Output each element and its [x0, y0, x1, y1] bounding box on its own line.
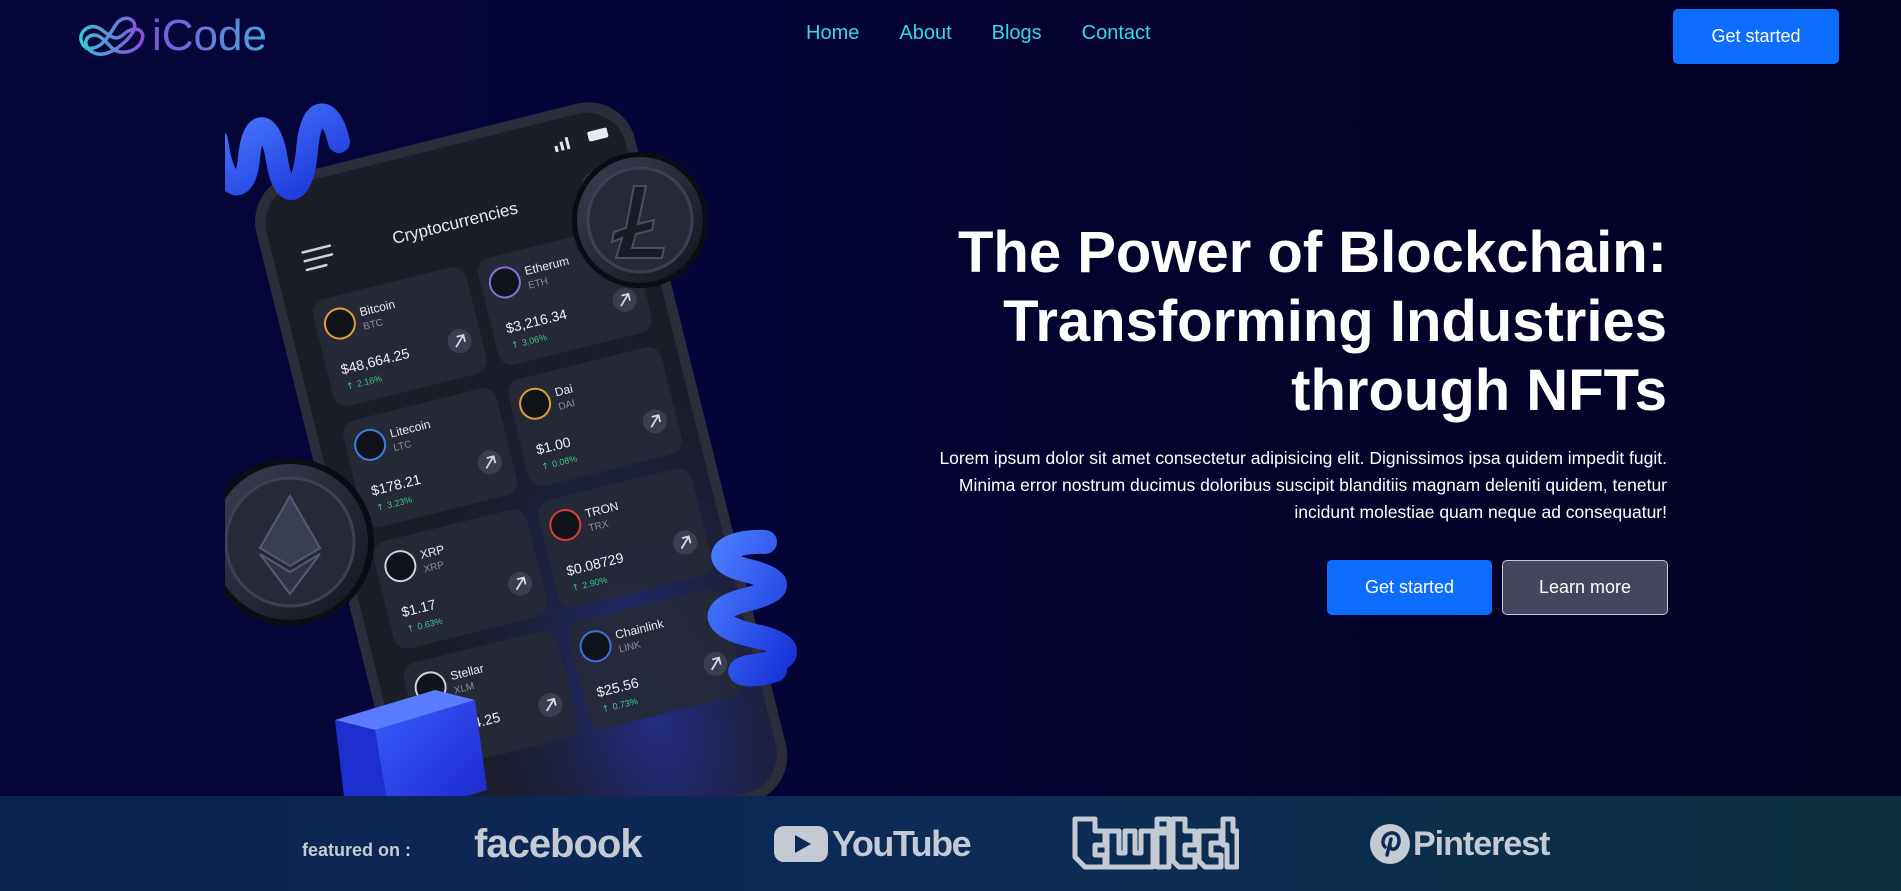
nav-link-about[interactable]: About	[899, 22, 951, 45]
nav-get-started-button[interactable]: Get started	[1673, 9, 1839, 64]
hero-buttons: Get started Learn more	[1327, 560, 1668, 615]
phone: Cryptocurrencies BitcoinBTC$48,664.252.1…	[255, 102, 788, 820]
hero-text-block: The Power of Blockchain: Transforming In…	[900, 218, 1667, 526]
featured-bar: featured on : facebook YouTube twitch	[0, 796, 1901, 891]
youtube-play-icon	[774, 826, 828, 862]
nav-link-blogs[interactable]: Blogs	[992, 22, 1042, 45]
hero-learn-more-button[interactable]: Learn more	[1502, 560, 1668, 615]
logo-text: iCode	[152, 11, 267, 60]
logo-heart-icon	[79, 16, 145, 56]
logo[interactable]: iCode	[76, 12, 267, 60]
youtube-logo-text: YouTube	[832, 823, 972, 864]
hero-title: The Power of Blockchain: Transforming In…	[900, 218, 1667, 425]
pinterest-logo[interactable]: Pinterest	[1369, 816, 1550, 872]
pinterest-p-icon	[1370, 824, 1410, 864]
pinterest-logo-text: Pinterest	[1413, 824, 1550, 863]
hero-description-line: Lorem ipsum dolor sit amet consectetur a…	[939, 448, 1667, 468]
facebook-logo[interactable]: facebook	[474, 816, 643, 872]
hero-title-line: The Power of Blockchain:	[958, 220, 1667, 285]
hero-description-line: Minima error nostrum ducimus doloribus s…	[958, 475, 1667, 495]
hero-description-line: incidunt molestiae quam neque ad consequ…	[1294, 502, 1667, 522]
nav-link-home[interactable]: Home	[806, 22, 859, 45]
youtube-logo[interactable]: YouTube	[774, 816, 972, 872]
hero-description: Lorem ipsum dolor sit amet consectetur a…	[900, 445, 1667, 526]
twitch-wordmark-icon	[1072, 816, 1239, 870]
hero-title-line: Transforming Industries	[1003, 289, 1667, 354]
hero-get-started-button[interactable]: Get started	[1327, 560, 1492, 615]
nav-link-contact[interactable]: Contact	[1082, 22, 1151, 45]
top-navbar: iCode Home About Blogs Contact Get start…	[0, 0, 1901, 72]
twitch-logo[interactable]: twitch	[1071, 816, 1239, 872]
nav-links: Home About Blogs Contact	[806, 22, 1191, 45]
featured-label: featured on :	[302, 840, 412, 860]
facebook-logo-text: facebook	[474, 821, 643, 866]
hero-phone-illustration: Cryptocurrencies BitcoinBTC$48,664.252.1…	[225, 102, 797, 820]
litecoin-coin	[572, 152, 708, 288]
hero-title-line: through NFTs	[1291, 358, 1667, 423]
